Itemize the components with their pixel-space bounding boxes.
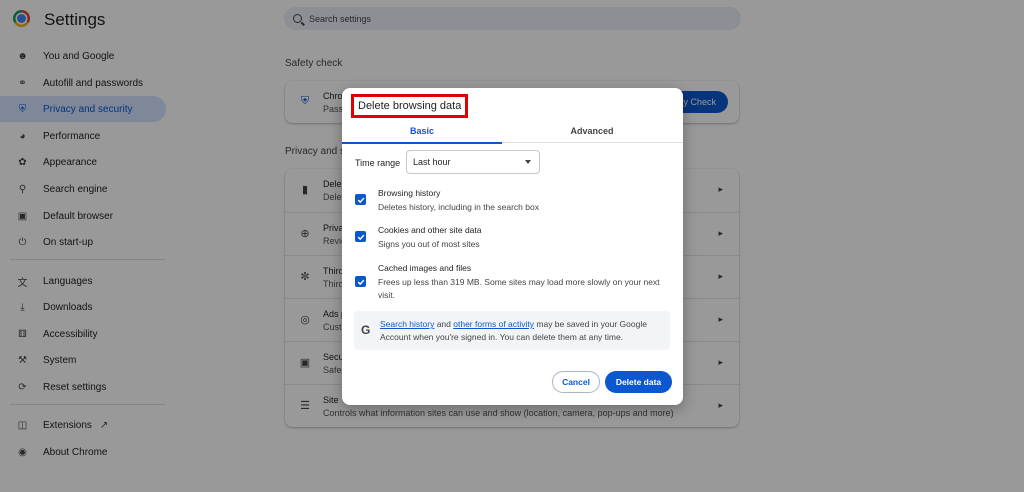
option-description: Deletes history, including in the search…	[378, 202, 539, 212]
tab-advanced[interactable]: Advanced	[512, 118, 672, 143]
time-range-value: Last hour	[413, 157, 451, 167]
chevron-down-icon	[525, 160, 531, 164]
google-activity-notice: G Search history and other forms of acti…	[354, 311, 670, 350]
dialog-title: Delete browsing data	[350, 94, 469, 118]
checkmark-icon	[357, 279, 364, 285]
checkmark-icon	[357, 234, 364, 240]
dialog-tabs: Basic Advanced	[342, 118, 683, 144]
option-title: Cached images and files	[378, 263, 472, 273]
option-description: Signs you out of most sites	[378, 239, 480, 249]
search-history-link[interactable]: Search history	[380, 319, 434, 329]
notice-and: and	[434, 319, 454, 329]
cached-files-checkbox[interactable]	[355, 276, 366, 287]
option-title: Cookies and other site data	[378, 225, 482, 235]
checkmark-icon	[357, 197, 364, 203]
option-title: Browsing history	[378, 188, 441, 198]
option-description: Frees up less than 319 MB. Some sites ma…	[378, 277, 660, 300]
other-activity-link[interactable]: other forms of activity	[453, 319, 534, 329]
cookies-checkbox[interactable]	[355, 231, 366, 242]
cancel-button[interactable]: Cancel	[552, 371, 600, 393]
tab-basic[interactable]: Basic	[342, 118, 502, 144]
time-range-select[interactable]: Last hour	[406, 150, 540, 174]
notice-text: Search history and other forms of activi…	[380, 318, 665, 344]
delete-data-button[interactable]: Delete data	[605, 371, 672, 393]
browsing-history-checkbox[interactable]	[355, 194, 366, 205]
delete-browsing-data-dialog: Delete browsing data Basic Advanced Time…	[342, 88, 683, 405]
google-g-icon: G	[361, 323, 371, 337]
time-range-label: Time range	[355, 158, 401, 168]
